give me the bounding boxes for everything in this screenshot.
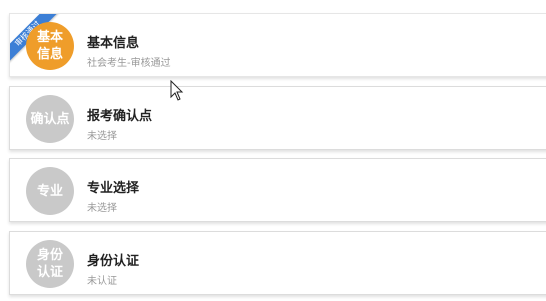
- step-card-basic-info[interactable]: 审核通过 基本 信息 基本信息 社会考生-审核通过: [9, 13, 546, 77]
- mouse-cursor-icon: [170, 80, 184, 101]
- step-card-exam-site[interactable]: 确认点 报考确认点 未选择: [9, 86, 546, 150]
- step-card-identity[interactable]: 身份 认证 身份认证 未认证: [9, 231, 546, 295]
- step-status: 未选择: [87, 203, 117, 214]
- step-title: 基本信息: [87, 36, 140, 51]
- step-status: 未选择: [87, 131, 117, 142]
- step-title: 身份认证: [87, 254, 140, 269]
- step-title: 专业选择: [87, 181, 140, 196]
- major-icon: 专业: [26, 167, 74, 215]
- step-status: 社会考生-审核通过: [87, 58, 171, 69]
- basic-info-icon: 基本 信息: [26, 22, 74, 70]
- exam-site-icon: 确认点: [26, 95, 74, 143]
- step-title: 报考确认点: [87, 109, 153, 124]
- step-card-major[interactable]: 专业 专业选择 未选择: [9, 158, 546, 222]
- step-status: 未认证: [87, 276, 117, 287]
- identity-icon: 身份 认证: [26, 240, 74, 288]
